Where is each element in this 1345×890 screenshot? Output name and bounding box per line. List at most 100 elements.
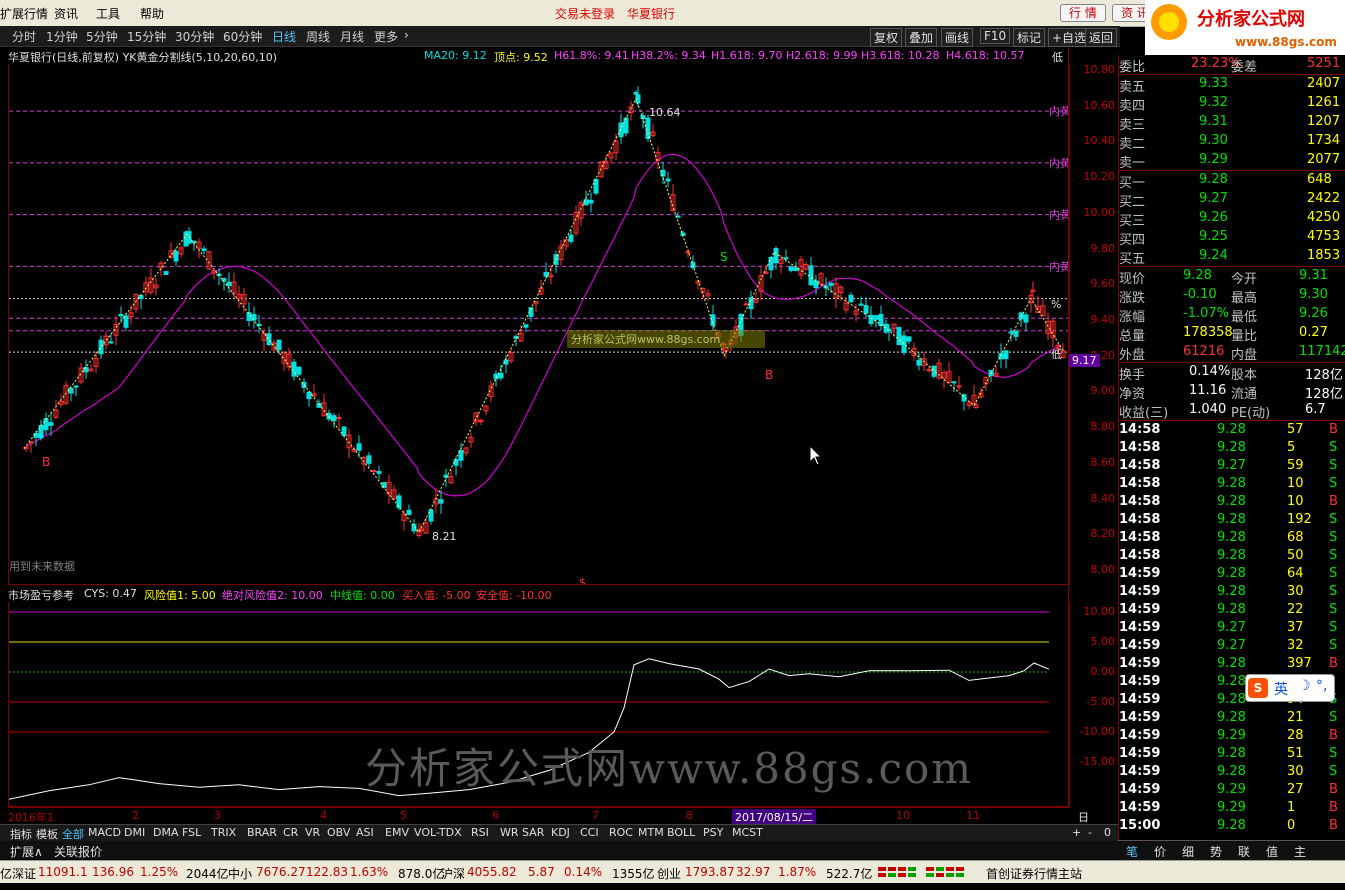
indicator-tab[interactable]: DMI [124, 826, 145, 839]
back-button[interactable]: 返回 [1085, 28, 1118, 47]
indicator-tab[interactable]: 模板 [36, 826, 58, 842]
panel-tab[interactable]: 主 [1294, 843, 1306, 860]
tick-time: 14:58 [1119, 494, 1161, 509]
cy-name[interactable]: 创业 [657, 865, 681, 882]
panel-tab[interactable]: 值 [1266, 843, 1278, 860]
quote-button[interactable]: 行 情 [1060, 4, 1106, 22]
fib-inner-label: 内黄 [1049, 208, 1069, 222]
tick-direction: S [1329, 512, 1338, 527]
menu-tools[interactable]: 工具 [96, 5, 120, 22]
indicator-tab[interactable]: CCI [580, 826, 599, 839]
ask-label: 卖一 [1119, 156, 1146, 171]
date-label: 4 [320, 809, 327, 822]
panel-tab[interactable]: 细 [1182, 843, 1194, 860]
indicator-tab[interactable]: 指标 [10, 826, 32, 842]
period-15min[interactable]: 15分钟 [127, 28, 166, 45]
period-60min[interactable]: 60分钟 [223, 28, 262, 45]
ime-mode[interactable]: 英 [1274, 679, 1288, 699]
ime-logo-icon: S [1248, 678, 1268, 698]
indicator-tab[interactable]: ROC [609, 826, 633, 839]
indicator-tab[interactable]: MCST [732, 826, 763, 839]
indicator-tab[interactable]: WR [500, 826, 519, 839]
indicator-tab[interactable]: KDJ [551, 826, 570, 839]
extension-bar: 扩展∧ 关联报价 [0, 841, 1118, 859]
add-favorite-button[interactable]: +自选 [1048, 28, 1091, 47]
date-axis: 2016年1 2 3 4 5 6 7 8 2017/08/15/二 10 11 … [8, 807, 1089, 840]
quote-value: 0.27 [1299, 325, 1328, 340]
panel-tab[interactable]: 联 [1238, 843, 1250, 860]
f10-button[interactable]: F10 [980, 28, 1011, 44]
indicator-tab[interactable]: BRAR [247, 826, 277, 839]
kline-chart[interactable]: 10.64 8.21 B B S 用到未来数据 $% 低内黄 内黄 内黄 内黄 分析家公式网www.8… [8, 64, 1071, 589]
indicator-tab[interactable]: RSI [471, 826, 489, 839]
indicator-tab[interactable]: MTM [638, 826, 664, 839]
zx-name[interactable]: 中小 [228, 865, 252, 882]
fund-label: 净资 [1119, 387, 1146, 402]
zoom-reset-button[interactable]: 0 [1104, 826, 1111, 839]
tick-volume: 10 [1287, 476, 1304, 491]
fund-label: PE(动) [1231, 406, 1271, 421]
menu-news[interactable]: 资讯 [54, 5, 78, 22]
chevron-right-icon[interactable]: › [404, 28, 409, 42]
status-bar: 亿 深证 11091.1 136.96 1.25% 2044亿 中小 7676.… [0, 860, 1345, 883]
embedded-watermark: 分析家公式网www.88gs.com [571, 332, 720, 346]
adjust-button[interactable]: 复权 [870, 28, 903, 47]
indicator-tab[interactable]: PSY [703, 826, 723, 839]
zoom-in-button[interactable]: + [1072, 826, 1081, 839]
indicator-tab[interactable]: SAR [522, 826, 544, 839]
indicator-tab[interactable]: ASI [356, 826, 374, 839]
period-daily[interactable]: 日线 [272, 28, 296, 45]
period-1min[interactable]: 1分钟 [46, 28, 78, 45]
indicator-tab[interactable]: MACD [88, 826, 121, 839]
buy-signal-b2: B [765, 368, 773, 382]
candle-body [931, 365, 937, 377]
quote-row: 14:59 9.29 1 B [1119, 799, 1345, 817]
mark-button[interactable]: 标记 [1013, 28, 1046, 47]
punct-icon[interactable]: °, [1316, 678, 1327, 694]
indicator-tab[interactable]: TRIX [211, 826, 236, 839]
indicator-tab[interactable]: OBV [327, 826, 350, 839]
tick-direction: S [1329, 746, 1338, 761]
indicator-tab[interactable]: FSL [182, 826, 201, 839]
tick-direction: B [1329, 728, 1338, 743]
draw-button[interactable]: 画线 [941, 28, 974, 47]
h382-value: H38.2%: 9.34 [631, 49, 706, 62]
tick-price: 9.28 [1217, 422, 1246, 437]
indicator-tab[interactable]: 全部 [62, 826, 84, 842]
tick-direction: B [1329, 422, 1338, 437]
panel-tab[interactable]: 势 [1210, 843, 1222, 860]
indicator-tab[interactable]: BOLL [667, 826, 695, 839]
period-weekly[interactable]: 周线 [306, 28, 330, 45]
ime-toolbar[interactable]: S 英 ☽ °, [1245, 674, 1335, 702]
menu-ext-quote[interactable]: 扩展行情 [0, 5, 48, 22]
period-more[interactable]: 更多 [374, 28, 398, 45]
watermark-text: 分析家公式网www.88gs.com [365, 744, 974, 793]
sz-name[interactable]: 深证 [12, 865, 36, 882]
overlay-button[interactable]: 叠加 [905, 28, 938, 47]
period-monthly[interactable]: 月线 [340, 28, 364, 45]
candle-body [1018, 312, 1024, 320]
period-5min[interactable]: 5分钟 [86, 28, 118, 45]
related-quote-tab[interactable]: 关联报价 [54, 843, 102, 860]
indicator-tab[interactable]: VOL-TDX [414, 826, 462, 839]
period-30min[interactable]: 30分钟 [175, 28, 214, 45]
date-label: 6 [492, 809, 499, 822]
kline-svg[interactable]: 10.648.21BBS用到未来数据$%低内黄内黄内黄内黄分析家公式网www.8… [9, 64, 1071, 589]
indicator-tab[interactable]: EMV [385, 826, 409, 839]
indicator-tab[interactable]: DMA [153, 826, 179, 839]
moon-icon[interactable]: ☽ [1298, 678, 1311, 694]
tick-price: 9.28 [1217, 674, 1246, 689]
panel-tab[interactable]: 价 [1154, 843, 1166, 860]
indicator-tab[interactable]: CR [283, 826, 298, 839]
period-timeshare[interactable]: 分时 [12, 28, 36, 45]
quote-row: 总量 178358 量比 0.27 [1119, 324, 1345, 344]
hs-name[interactable]: 沪深 [441, 865, 465, 882]
menu-help[interactable]: 帮助 [140, 5, 164, 22]
expand-button[interactable]: 扩展∧ [10, 843, 43, 860]
indicator-tab[interactable]: VR [305, 826, 320, 839]
panel-tab[interactable]: 笔 [1126, 843, 1138, 860]
tick-price: 9.28 [1217, 476, 1246, 491]
login-status[interactable]: 交易未登录 [555, 5, 615, 22]
server-name[interactable]: 首创证券行情主站 [986, 865, 1082, 882]
zoom-out-button[interactable]: - [1088, 826, 1092, 839]
